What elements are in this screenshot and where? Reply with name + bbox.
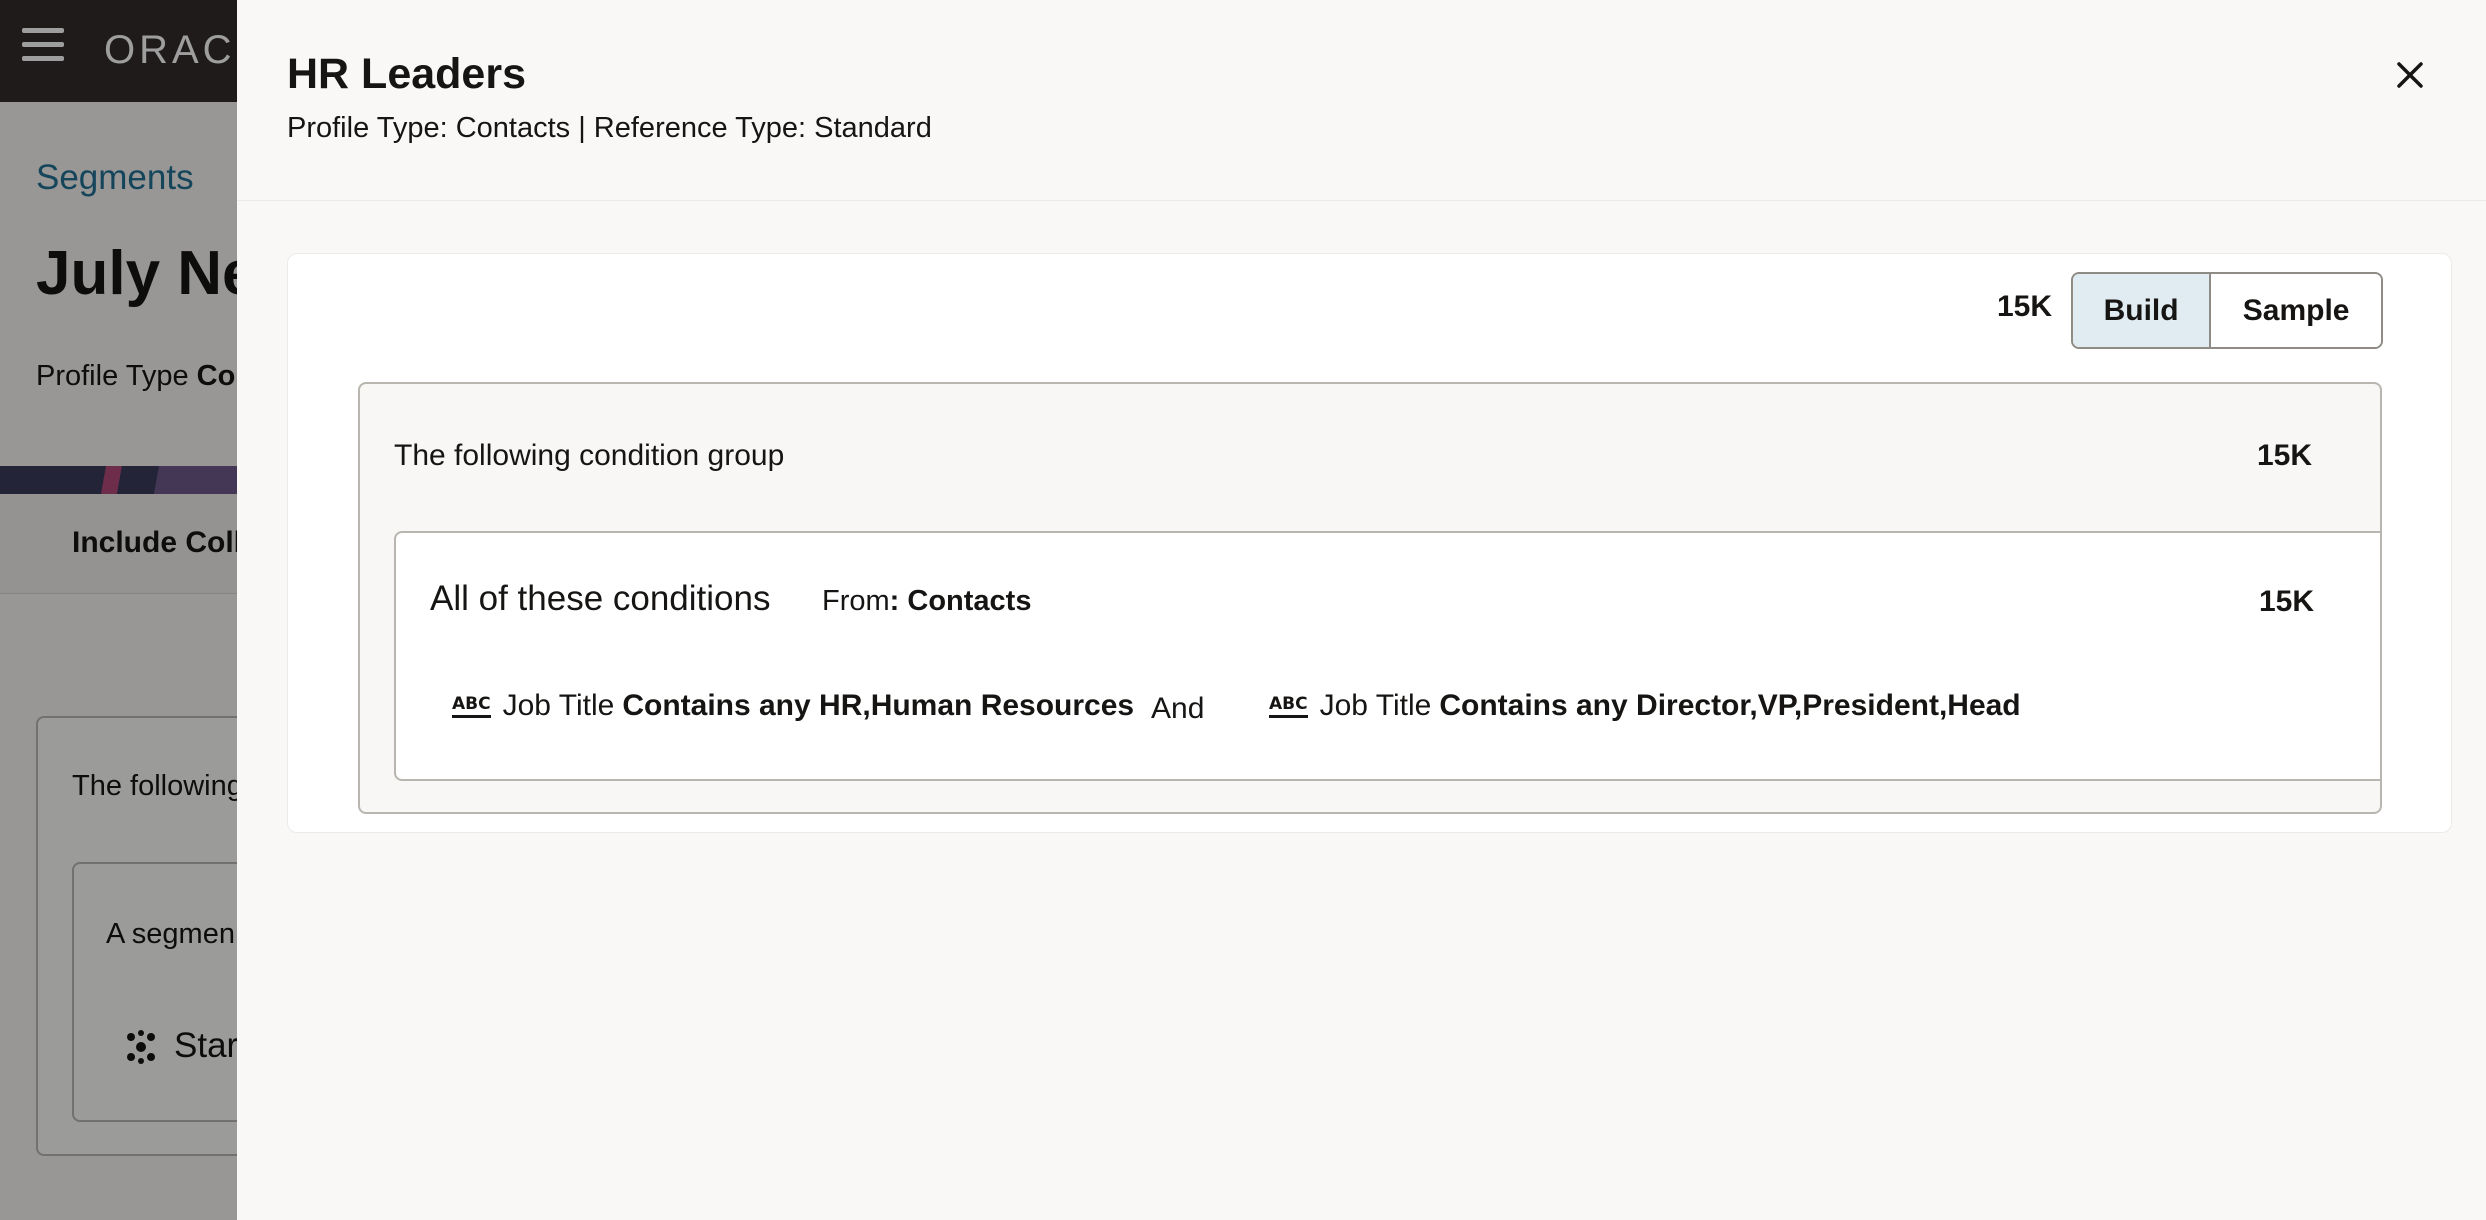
sample-toggle-button[interactable]: Sample xyxy=(2211,274,2381,347)
conditions-source-label: From xyxy=(822,585,890,617)
build-toggle-button[interactable]: Build xyxy=(2073,274,2212,347)
conditions-source-value: : Contacts xyxy=(889,585,1032,617)
segment-detail-drawer: HR Leaders Profile Type: Contacts | Refe… xyxy=(237,0,2486,1220)
conditions-source: From: Contacts xyxy=(822,585,1031,618)
conditions-title: All of these conditions xyxy=(430,579,771,618)
condition-group-label: The following condition group xyxy=(394,439,785,472)
condition-group-count: 15K xyxy=(2257,439,2313,472)
text-attribute-icon: ABC xyxy=(1269,695,1308,718)
segment-total-count: 15K xyxy=(1997,290,2053,323)
view-toggle: Build Sample xyxy=(2071,272,2383,349)
drawer-title: HR Leaders xyxy=(287,50,526,98)
rule-field: Job Title xyxy=(502,689,615,722)
drawer-header: HR Leaders Profile Type: Contacts | Refe… xyxy=(237,0,2486,201)
condition-rule[interactable]: ABC Job Title Contains any Director,VP,P… xyxy=(1269,689,2021,723)
condition-group: The following condition group 15K All of… xyxy=(358,382,2382,814)
condition-rule[interactable]: ABC Job Title Contains any HR,Human Reso… xyxy=(452,689,1134,723)
text-attribute-icon: ABC xyxy=(452,695,491,718)
close-icon[interactable] xyxy=(2387,52,2433,98)
rule-field: Job Title xyxy=(1319,689,1432,722)
logical-operator: And xyxy=(1151,692,1205,725)
segment-builder-panel: 15K Build Sample The following condition… xyxy=(287,253,2452,833)
rule-expression: Contains any Director,VP,President,Head xyxy=(1439,689,2021,722)
conditions-count: 15K xyxy=(2259,585,2315,618)
drawer-subtitle: Profile Type: Contacts | Reference Type:… xyxy=(287,112,932,144)
conditions-block: All of these conditions From: Contacts 1… xyxy=(394,531,2380,781)
rule-expression: Contains any HR,Human Resources xyxy=(622,689,1135,722)
